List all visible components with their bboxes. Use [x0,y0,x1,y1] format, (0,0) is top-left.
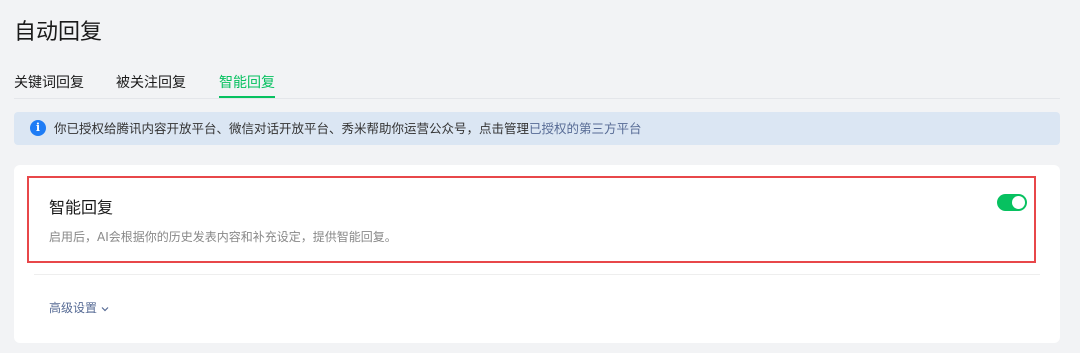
tab-smart-reply-label: 智能回复 [219,75,275,91]
advanced-settings-toggle[interactable]: 高级设置 [49,300,109,317]
notice-message: 你已授权给腾讯内容开放平台、微信对话开放平台、秀米帮助你运营公众号，点击管理 [54,121,530,136]
tab-keyword-reply-label: 关键词回复 [14,75,84,91]
info-icon: i [30,120,46,136]
active-tab-indicator [219,96,275,98]
tab-follow-reply-label: 被关注回复 [116,75,186,91]
smart-reply-card: 智能回复 启用后，AI会根据你的历史发表内容和补充设定，提供智能回复。 高级设置 [14,165,1060,343]
toggle-knob [1012,196,1025,209]
page-title: 自动回复 [14,20,103,45]
tab-keyword-reply[interactable]: 关键词回复 [14,73,84,93]
tab-smart-reply[interactable]: 智能回复 [219,73,275,98]
smart-reply-highlight: 智能回复 启用后，AI会根据你的历史发表内容和补充设定，提供智能回复。 [27,176,1036,263]
tab-bar: 关键词回复 被关注回复 智能回复 [14,73,1060,99]
chevron-down-icon [101,300,109,317]
notice-text: 你已授权给腾讯内容开放平台、微信对话开放平台、秀米帮助你运营公众号，点击管理已授… [54,120,642,137]
authorized-platforms-link[interactable]: 已授权的第三方平台 [529,121,642,136]
smart-reply-toggle[interactable] [997,194,1027,211]
divider [34,274,1040,275]
smart-reply-title: 智能回复 [49,198,114,217]
advanced-settings-label: 高级设置 [49,301,98,315]
authorization-notice: i 你已授权给腾讯内容开放平台、微信对话开放平台、秀米帮助你运营公众号，点击管理… [14,112,1060,145]
tab-follow-reply[interactable]: 被关注回复 [116,73,186,93]
smart-reply-description: 启用后，AI会根据你的历史发表内容和补充设定，提供智能回复。 [49,230,397,244]
